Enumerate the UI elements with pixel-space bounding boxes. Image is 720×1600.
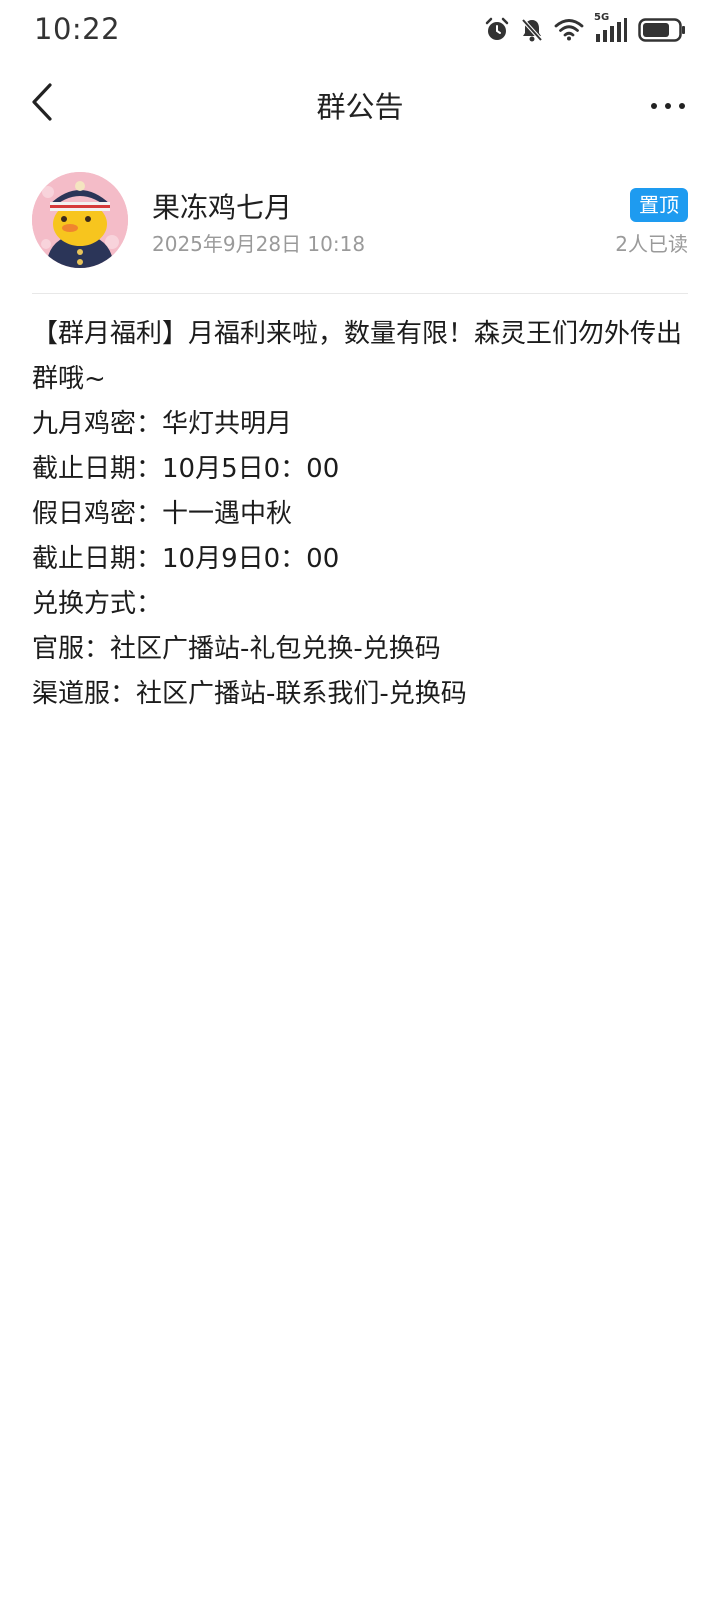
announcement-line: 【群月福利】月福利来啦，数量有限！森灵王们勿外传出群哦~ — [32, 319, 683, 394]
pin-badge: 置顶 — [630, 188, 688, 222]
status-time: 10:22 — [34, 12, 121, 46]
announcement-line: 官服：社区广播站-礼包兑换-兑换码 — [32, 634, 441, 664]
avatar[interactable] — [32, 172, 128, 268]
status-bar: 10:22 5G — [0, 0, 720, 60]
announcement-line: 兑换方式： — [32, 589, 163, 619]
status-icons: 5G — [484, 12, 686, 46]
announcement-header: 果冻鸡七月 2025年9月28日 10:18 置顶 2人已读 — [32, 172, 688, 268]
alarm-icon — [484, 17, 510, 43]
5g-signal-icon: 5G — [594, 12, 628, 44]
silent-icon — [520, 17, 544, 43]
more-button[interactable] — [640, 82, 696, 126]
announcement-line: 截止日期：10月5日0：00 — [32, 454, 340, 484]
announcement-line: 截止日期：10月9日0：00 — [32, 544, 340, 574]
nav-bar: 群公告 — [0, 68, 720, 140]
divider — [32, 293, 688, 294]
more-icon — [650, 95, 686, 114]
announcement-body: 【群月福利】月福利来啦，数量有限！森灵王们勿外传出群哦~ 九月鸡密：华灯共明月 … — [32, 312, 688, 717]
announcement-line: 渠道服：社区广播站-联系我们-兑换码 — [32, 679, 467, 709]
battery-icon — [638, 17, 686, 43]
read-count[interactable]: 2人已读 — [615, 228, 688, 257]
author-name[interactable]: 果冻鸡七月 — [152, 186, 292, 226]
page-title: 群公告 — [316, 90, 404, 124]
post-time: 2025年9月28日 10:18 — [152, 232, 366, 256]
announcement-line: 九月鸡密：华灯共明月 — [32, 409, 293, 439]
announcement-line: 假日鸡密：十一遇中秋 — [32, 499, 293, 529]
wifi-icon — [554, 18, 584, 42]
